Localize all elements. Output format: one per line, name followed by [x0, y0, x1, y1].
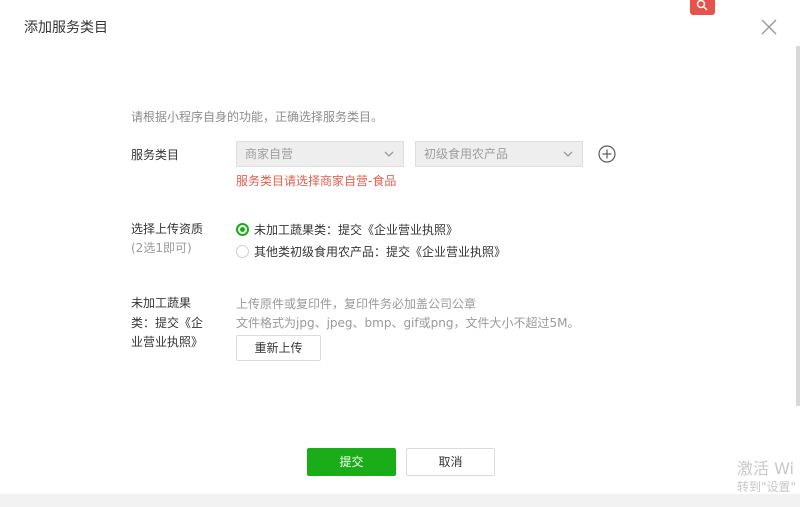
search-icon [696, 0, 708, 11]
upload-desc-1: 上传原件或复印件，复印件务必加盖公司公章 [236, 297, 477, 311]
submit-button[interactable]: 提交 [307, 448, 396, 476]
qualification-option-label: 其他类初级食用农产品：提交《企业营业执照》 [254, 244, 507, 259]
close-icon[interactable] [758, 16, 780, 38]
qualification-option-other[interactable]: 其他类初级食用农产品：提交《企业营业执照》 [236, 242, 506, 260]
activation-watermark-line2: 转到"设置" [737, 480, 797, 494]
category-select-secondary-value: 初级食用农产品 [424, 147, 509, 161]
radio-selected-icon[interactable] [236, 222, 249, 236]
add-category-dialog: 添加服务类目 请根据小程序自身的功能，正确选择服务类目。 服务类目 商家自营 初… [0, 0, 800, 494]
qualification-sublabel: (2选1即可) [131, 241, 192, 255]
cancel-button[interactable]: 取消 [406, 448, 495, 476]
category-error: 服务类目请选择商家自营-食品 [236, 174, 397, 188]
reupload-button[interactable]: 重新上传 [236, 335, 321, 361]
upload-desc-2: 文件格式为jpg、jpeg、bmp、gif或png，文件大小不超过5M。 [236, 316, 580, 330]
category-select-primary[interactable]: 商家自营 [236, 141, 404, 167]
dialog-hint: 请根据小程序自身的功能，正确选择服务类目。 [131, 110, 384, 124]
chevron-down-icon [563, 151, 573, 157]
activation-watermark-line1: 激活 Wi [737, 459, 795, 478]
dialog-title: 添加服务类目 [24, 20, 108, 36]
category-select-secondary[interactable]: 初级食用农产品 [415, 141, 583, 167]
upload-label-line3: 业营业执照》 [131, 335, 204, 349]
chevron-down-icon [384, 151, 394, 157]
upload-label-line1: 未加工蔬果 [131, 296, 192, 310]
scrollbar[interactable] [796, 46, 800, 406]
qualification-label: 选择上传资质 [131, 222, 204, 236]
qualification-option-unprocessed[interactable]: 未加工蔬果类：提交《企业营业执照》 [236, 220, 458, 238]
add-category-icon[interactable] [598, 145, 616, 163]
search-tab[interactable] [690, 0, 715, 15]
category-select-primary-value: 商家自营 [245, 147, 294, 161]
category-label: 服务类目 [131, 148, 180, 162]
upload-label-line2: 类：提交《企 [131, 316, 204, 330]
qualification-option-label: 未加工蔬果类：提交《企业营业执照》 [254, 222, 459, 237]
radio-unselected-icon[interactable] [236, 244, 249, 258]
